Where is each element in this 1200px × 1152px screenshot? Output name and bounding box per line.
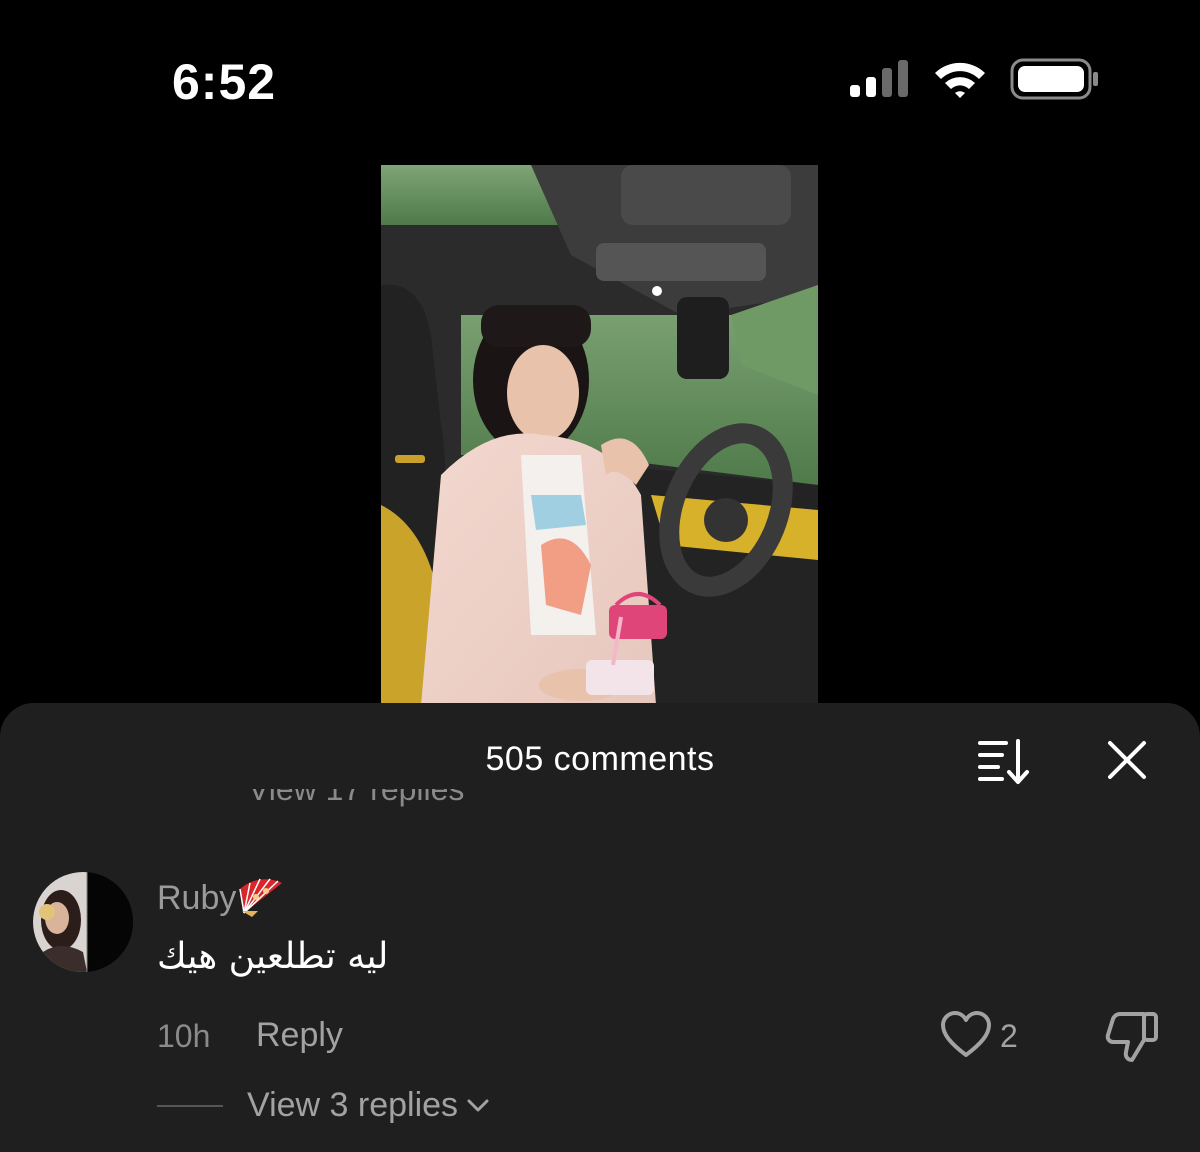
phone-screen: 6:52 505 comments View 17 replies Ruby ل… <box>0 0 1200 1152</box>
sort-button[interactable] <box>978 737 1032 785</box>
video-player[interactable] <box>381 165 818 705</box>
like-count: 2 <box>1000 1018 1018 1054</box>
previous-view-replies-button[interactable]: View 17 replies <box>248 789 464 819</box>
view-replies-label: View 3 replies <box>247 1086 459 1124</box>
status-time: 6:52 <box>172 54 277 110</box>
replies-divider <box>157 1105 223 1107</box>
comment-item: Ruby ليه تطلعين هيك 10h Reply 2 View 3 r… <box>0 869 1200 1152</box>
status-icons <box>848 58 1100 100</box>
like-button[interactable] <box>940 1010 992 1060</box>
chevron-down-icon <box>467 1099 489 1112</box>
comment-body: ليه تطلعين هيك <box>157 936 389 977</box>
heart-icon <box>941 1011 991 1057</box>
dislike-button[interactable] <box>1104 1010 1160 1064</box>
comment-timestamp: 10h <box>157 1018 211 1054</box>
reply-button[interactable]: Reply <box>256 1015 343 1055</box>
video-thumbnail <box>381 165 818 705</box>
thumbs-down-icon <box>1105 1012 1158 1062</box>
comment-username[interactable]: Ruby <box>157 877 286 919</box>
previous-view-replies-label: View 17 replies <box>248 789 465 807</box>
view-replies-button[interactable]: View 3 replies <box>247 1085 490 1125</box>
battery-icon <box>1010 58 1098 100</box>
sort-icon <box>978 739 1029 784</box>
folding-fan-icon <box>239 878 283 917</box>
avatar[interactable] <box>33 872 133 972</box>
username-text: Ruby <box>157 879 237 917</box>
cellular-signal-icon <box>850 60 908 97</box>
wifi-icon <box>935 62 985 98</box>
avatar-image <box>33 872 133 972</box>
close-button[interactable] <box>1104 737 1150 783</box>
comments-sheet: 505 comments View 17 replies Ruby ليه تط… <box>0 703 1200 1152</box>
close-icon <box>1108 741 1146 779</box>
